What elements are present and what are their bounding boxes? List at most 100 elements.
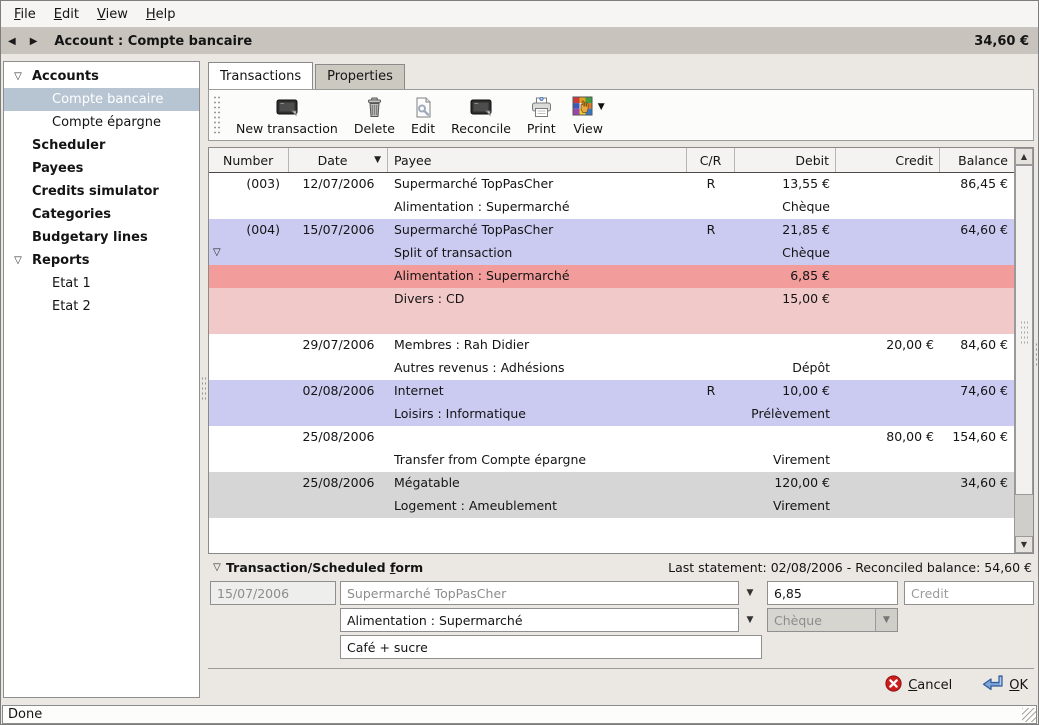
nav-back-icon[interactable]: ◀ bbox=[1, 36, 23, 47]
expander-icon[interactable]: ▽ bbox=[10, 255, 26, 266]
account-header: ◀ ▶ Account : Compte bancaire 34,60 € bbox=[1, 28, 1038, 54]
column-header-number[interactable]: Number bbox=[209, 148, 289, 172]
splitter-grip-icon bbox=[201, 376, 207, 402]
sidebar-item-etat-2[interactable]: Etat 2 bbox=[4, 295, 199, 318]
debit-field[interactable] bbox=[767, 581, 898, 605]
table-row[interactable]: ▽ Split of transaction Chèque bbox=[209, 242, 1014, 265]
tab-bar: Transactions Properties bbox=[208, 63, 407, 89]
column-header-balance[interactable]: Balance bbox=[940, 148, 1014, 172]
form-section-title: Transaction/Scheduled form bbox=[226, 560, 423, 575]
printer-icon bbox=[530, 95, 553, 119]
sidebar-item-categories[interactable]: Categories bbox=[4, 203, 199, 226]
column-header-date[interactable]: Date ▼ bbox=[289, 148, 388, 172]
table-row[interactable]: Autres revenus : Adhésions Dépôt bbox=[209, 357, 1014, 380]
menu-help[interactable]: Help bbox=[137, 3, 185, 26]
print-button[interactable]: Print bbox=[519, 92, 564, 138]
table-row[interactable]: 25/08/2006 80,00 € 154,60 € bbox=[209, 426, 1014, 449]
category-field[interactable] bbox=[340, 608, 739, 632]
table-row[interactable]: Loisirs : Informatique Prélèvement bbox=[209, 403, 1014, 426]
scrollbar-thumb[interactable] bbox=[1015, 165, 1033, 495]
nav-forward-icon[interactable]: ▶ bbox=[23, 36, 45, 47]
ok-button[interactable]: OK bbox=[982, 675, 1028, 696]
sort-descending-icon: ▼ bbox=[374, 155, 381, 165]
cancel-x-icon bbox=[885, 675, 902, 696]
sidebar-item-accounts[interactable]: ▽ Accounts bbox=[4, 65, 199, 88]
table-row[interactable]: 02/08/2006 Internet R 10,00 € 74,60 € bbox=[209, 380, 1014, 403]
edit-button[interactable]: Edit bbox=[403, 92, 443, 138]
split-expander-icon[interactable]: ▽ bbox=[213, 247, 221, 258]
tab-properties[interactable]: Properties bbox=[315, 64, 405, 89]
column-header-credit[interactable]: Credit bbox=[836, 148, 940, 172]
view-grid-icon bbox=[572, 96, 593, 119]
date-field bbox=[210, 581, 336, 605]
sidebar-item-scheduler[interactable]: Scheduler bbox=[4, 134, 199, 157]
menu-file[interactable]: File bbox=[5, 3, 45, 26]
sidebar-item-payees[interactable]: Payees bbox=[4, 157, 199, 180]
resize-grip-icon[interactable] bbox=[1022, 708, 1036, 722]
column-header-cr[interactable]: C/R bbox=[687, 148, 735, 172]
category-dropdown-icon[interactable]: ▼ bbox=[743, 608, 757, 632]
sidebar-item-compte-epargne[interactable]: Compte épargne bbox=[4, 111, 199, 134]
credit-field[interactable] bbox=[904, 581, 1034, 605]
column-header-debit[interactable]: Debit bbox=[735, 148, 836, 172]
status-bar: Done bbox=[1, 704, 1038, 725]
edit-document-icon bbox=[414, 95, 432, 119]
table-row[interactable]: Transfer from Compte épargne Virement bbox=[209, 449, 1014, 472]
new-transaction-button[interactable]: New transaction bbox=[228, 92, 346, 138]
form-separator bbox=[208, 668, 1034, 669]
table-row[interactable]: (004) 15/07/2006 Supermarché TopPasCher … bbox=[209, 219, 1014, 242]
status-message: Done bbox=[2, 705, 1037, 724]
enter-arrow-icon bbox=[982, 675, 1003, 696]
payee-field bbox=[340, 581, 739, 605]
table-row[interactable]: (003) 12/07/2006 Supermarché TopPasCher … bbox=[209, 173, 1014, 196]
account-title: Account : Compte bancaire bbox=[54, 34, 252, 49]
menu-bar: File Edit View Help bbox=[1, 1, 1038, 28]
tab-transactions[interactable]: Transactions bbox=[208, 62, 313, 89]
transactions-table: Number Date ▼ Payee C/R Debit Credit Bal… bbox=[208, 147, 1034, 554]
menu-view[interactable]: View bbox=[88, 3, 137, 26]
table-row[interactable] bbox=[209, 311, 1014, 334]
table-row[interactable]: Divers : CD 15,00 € bbox=[209, 288, 1014, 311]
workspace: ▽ Accounts Compte bancaire Compte épargn… bbox=[1, 54, 1038, 704]
table-row[interactable]: Alimentation : Supermarché Chèque bbox=[209, 196, 1014, 219]
sidebar-splitter[interactable] bbox=[200, 61, 208, 698]
delete-button[interactable]: Delete bbox=[346, 92, 403, 138]
toolbar-grip-icon[interactable] bbox=[213, 95, 220, 135]
dropdown-caret-icon: ▼ bbox=[598, 102, 605, 112]
table-row[interactable]: Alimentation : Supermarché 6,85 € bbox=[209, 265, 1014, 288]
vertical-scrollbar[interactable]: ▲ ▼ bbox=[1014, 148, 1033, 553]
table-row[interactable]: 29/07/2006 Membres : Rah Didier 20,00 € … bbox=[209, 334, 1014, 357]
screen-icon bbox=[275, 95, 299, 119]
transaction-rows: (003) 12/07/2006 Supermarché TopPasCher … bbox=[209, 173, 1014, 553]
table-row[interactable]: 25/08/2006 Mégatable 120,00 € 34,60 € bbox=[209, 472, 1014, 495]
trash-icon bbox=[365, 95, 384, 119]
form-buttons: Cancel OK bbox=[885, 672, 1028, 698]
payment-method-select: Chèque ▼ bbox=[767, 608, 898, 632]
app-window: File Edit View Help ◀ ▶ Account : Compte… bbox=[0, 0, 1039, 725]
expander-icon[interactable]: ▽ bbox=[210, 562, 224, 573]
thumb-grip-icon bbox=[1020, 320, 1029, 344]
notes-field[interactable] bbox=[340, 635, 762, 659]
sidebar-item-reports[interactable]: ▽ Reports bbox=[4, 249, 199, 272]
cancel-button[interactable]: Cancel bbox=[885, 675, 952, 696]
method-dropdown-icon: ▼ bbox=[875, 609, 897, 631]
sidebar-item-etat-1[interactable]: Etat 1 bbox=[4, 272, 199, 295]
table-row[interactable]: Logement : Ameublement Virement bbox=[209, 495, 1014, 518]
account-balance: 34,60 € bbox=[974, 34, 1029, 49]
expander-icon[interactable]: ▽ bbox=[10, 71, 26, 82]
scroll-down-icon[interactable]: ▼ bbox=[1015, 536, 1033, 553]
toolbar: New transaction Delete Edit bbox=[208, 89, 1034, 141]
sidebar-item-compte-bancaire[interactable]: Compte bancaire bbox=[4, 88, 199, 111]
reconcile-button[interactable]: Reconcile bbox=[443, 92, 519, 138]
payee-dropdown-icon[interactable]: ▼ bbox=[743, 581, 757, 605]
column-header-payee[interactable]: Payee bbox=[388, 148, 687, 172]
form-section-header: ▽ Transaction/Scheduled form Last statem… bbox=[210, 558, 1032, 576]
view-button[interactable]: ▼ View bbox=[564, 92, 613, 138]
menu-edit[interactable]: Edit bbox=[45, 3, 88, 26]
main-panel: Transactions Properties New transaction … bbox=[208, 63, 1034, 698]
screen-icon bbox=[469, 95, 493, 119]
last-statement-info: Last statement: 02/08/2006 - Reconciled … bbox=[668, 560, 1032, 575]
sidebar-item-budgetary-lines[interactable]: Budgetary lines bbox=[4, 226, 199, 249]
sidebar-item-credits-simulator[interactable]: Credits simulator bbox=[4, 180, 199, 203]
scroll-up-icon[interactable]: ▲ bbox=[1015, 148, 1033, 165]
